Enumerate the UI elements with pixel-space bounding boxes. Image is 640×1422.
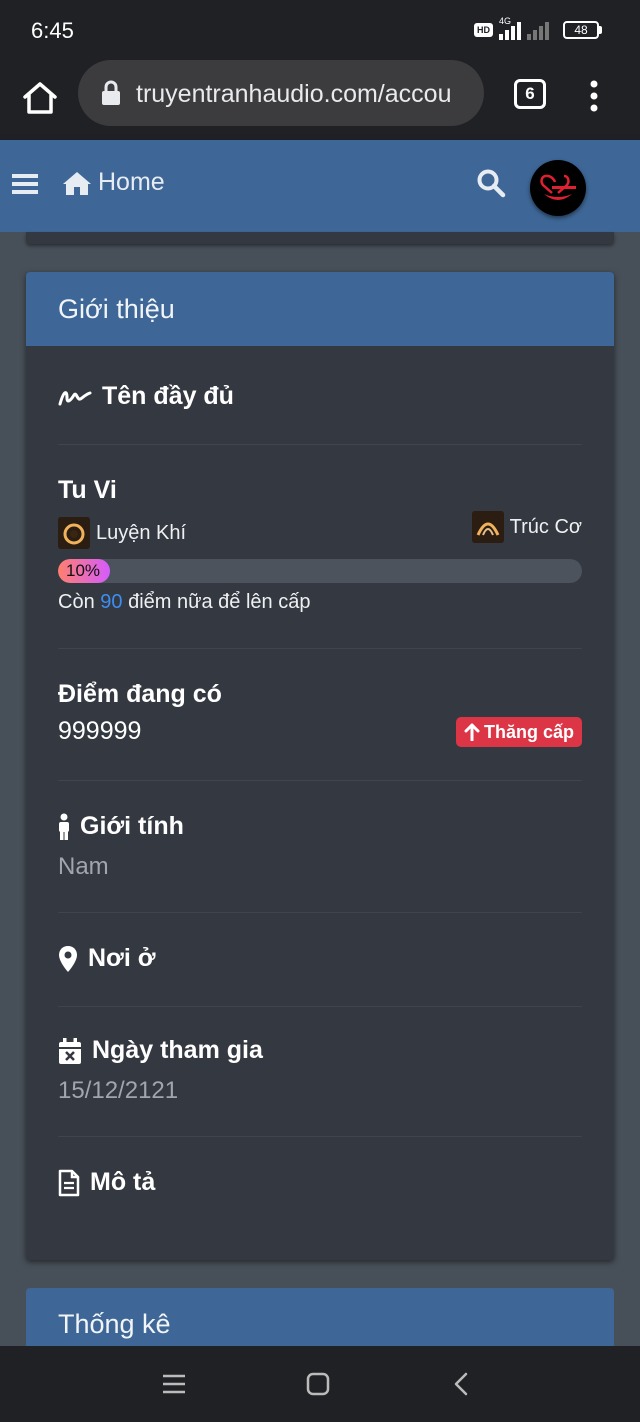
level-up-button[interactable]: Thăng cấp — [455, 717, 582, 747]
map-marker-icon — [59, 945, 77, 972]
gender-section: Giới tính Nam — [58, 812, 582, 881]
search-icon[interactable] — [476, 168, 506, 198]
avatar-logo-icon — [540, 174, 576, 200]
next-rank-label: Trúc Cơ — [509, 515, 582, 538]
hamburger-icon[interactable] — [12, 172, 38, 196]
address-bar[interactable]: truyentranhaudio.com/accou — [78, 60, 484, 126]
user-avatar[interactable] — [530, 160, 586, 216]
progress-note-prefix: Còn — [58, 591, 95, 613]
signal-icon: 4G — [499, 16, 521, 40]
points-label: Điểm đang có — [58, 680, 222, 708]
joined-value: 15/12/2121 — [58, 1077, 179, 1104]
status-bar: 6:45 HD 4G 48 — [0, 0, 640, 60]
hd-badge: HD — [474, 23, 493, 37]
description-section: Mô tả — [58, 1168, 582, 1197]
about-card-title: Giới thiệu — [26, 272, 614, 346]
battery-icon: 48 — [563, 21, 602, 39]
status-icons: HD 4G 48 — [474, 16, 602, 40]
arrow-up-icon — [464, 723, 480, 741]
home-link-label: Home — [98, 168, 165, 196]
network-type: 4G — [499, 16, 512, 26]
points-section: Điểm đang có 999999 Thăng cấp — [58, 680, 582, 751]
cultivation-section: Tu Vi Luyện Khí Trúc Cơ 10% Còn 90 điểm … — [58, 476, 582, 614]
calendar-x-icon — [59, 1037, 81, 1064]
progress-note-suffix: điểm nữa để lên cấp — [128, 591, 311, 613]
full-name-section: Tên đầy đủ — [58, 382, 582, 411]
url-text: truyentranhaudio.com/accou — [136, 80, 452, 108]
gender-value: Nam — [58, 853, 109, 880]
signal-2-icon — [527, 20, 549, 40]
signature-icon — [58, 390, 92, 405]
next-rank: Trúc Cơ — [471, 511, 582, 543]
points-value: 999999 — [58, 717, 142, 745]
current-rank: Luyện Khí — [58, 517, 186, 549]
home-link[interactable]: Home — [62, 168, 165, 197]
joined-section: Ngày tham gia 15/12/2121 — [58, 1036, 582, 1105]
previous-card-edge — [26, 232, 614, 244]
cultivation-label: Tu Vi — [58, 476, 117, 504]
system-nav-bar — [0, 1346, 640, 1422]
status-time: 6:45 — [31, 18, 74, 43]
tab-switcher-button[interactable]: 6 — [514, 79, 546, 109]
current-rank-label: Luyện Khí — [96, 521, 187, 544]
cultivation-progress-bar: 10% — [58, 559, 582, 583]
joined-label: Ngày tham gia — [92, 1036, 263, 1064]
back-icon[interactable] — [448, 1370, 476, 1398]
location-section: Nơi ở — [58, 944, 582, 973]
site-header: Home — [0, 140, 640, 232]
progress-note: Còn 90 điểm nữa để lên cấp — [58, 591, 582, 614]
recent-apps-icon[interactable] — [160, 1370, 188, 1398]
home-icon — [63, 171, 91, 195]
location-label: Nơi ở — [88, 944, 156, 972]
file-text-icon — [58, 1169, 80, 1196]
menu-dots-icon[interactable] — [584, 76, 604, 116]
home-icon — [23, 82, 57, 114]
gender-label: Giới tính — [80, 812, 184, 840]
description-label: Mô tả — [90, 1168, 156, 1196]
battery-level: 48 — [563, 21, 599, 39]
browser-home-button[interactable] — [18, 76, 62, 120]
about-card: Giới thiệu Tên đầy đủ Tu Vi Luyện Khí Tr… — [26, 272, 614, 1260]
cultivation-progress-fill: 10% — [58, 559, 111, 583]
current-rank-icon — [58, 517, 90, 549]
home-nav-icon[interactable] — [304, 1370, 332, 1398]
points-needed: 90 — [100, 591, 123, 613]
full-name-label: Tên đầy đủ — [102, 382, 234, 410]
level-up-label: Thăng cấp — [483, 721, 574, 742]
person-icon — [59, 813, 69, 840]
browser-toolbar: truyentranhaudio.com/accou 6 — [0, 60, 640, 140]
next-rank-icon — [471, 511, 504, 543]
lock-icon — [102, 80, 120, 105]
